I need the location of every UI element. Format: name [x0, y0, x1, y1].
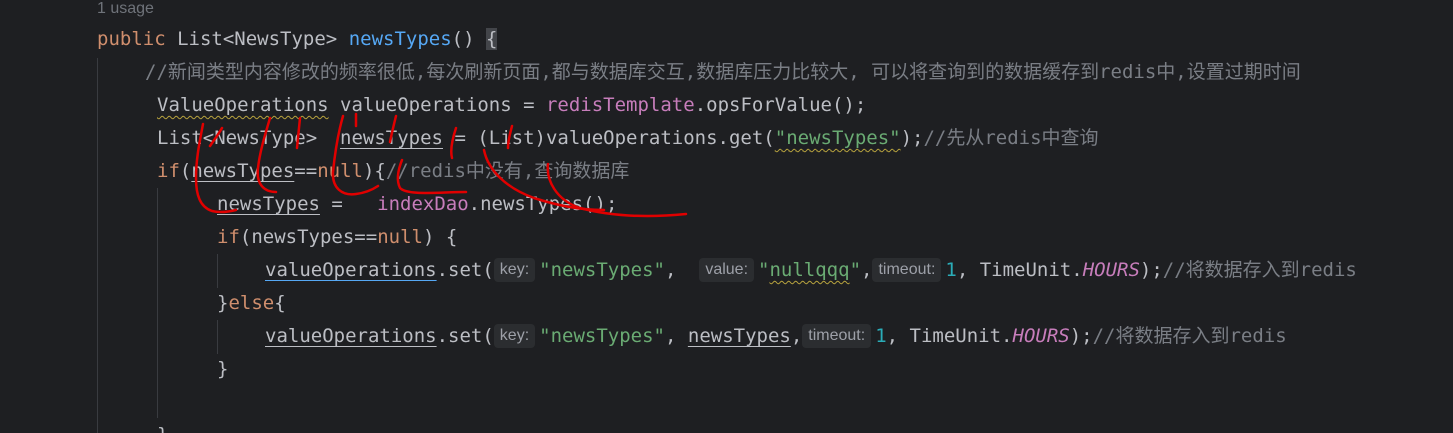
obj-valueoperations: valueOperations [265, 259, 437, 281]
comment-query-redis: //先从redis中查询 [923, 127, 1099, 149]
string-newstypes: "newsTypes" [539, 259, 665, 281]
var-newstypes: newsTypes [251, 226, 355, 248]
number-one: 1 [945, 259, 957, 281]
paren-close-brace: ) { [422, 226, 458, 248]
paren-close-brace: ){ [362, 160, 386, 182]
code-line-set-newstypes[interactable]: valueOperations.set(key: "newsTypes", new… [265, 320, 1287, 353]
code-line-else[interactable]: }else{ [217, 287, 286, 320]
var-newstypes: newsTypes [687, 325, 791, 347]
method-name: newsTypes [348, 28, 452, 50]
type-valueoperations: ValueOperations [157, 94, 329, 116]
code-line-method-signature[interactable]: public List<NewsType> newsTypes() { [97, 23, 498, 56]
comma: , [790, 325, 803, 347]
number-one: 1 [875, 325, 887, 347]
keyword-else: else [228, 292, 275, 314]
code-line-if-null-inner[interactable]: if(newsTypes==null) { [217, 221, 457, 254]
comma: , [886, 325, 910, 347]
assign-op: = [511, 94, 546, 116]
close-brace: } [217, 358, 229, 380]
comment-query-db: //redis中没有,查询数据库 [385, 160, 630, 182]
class-timeunit: TimeUnit. [979, 259, 1083, 281]
return-type: List<NewsType> [177, 28, 338, 50]
indent-guide [217, 320, 218, 354]
type-list: List<NewsType> [157, 127, 318, 149]
field-indexdao: indexDao [377, 193, 469, 215]
usage-hint[interactable]: 1 usage [97, 0, 154, 25]
string-nullqqq: nullqqq [769, 259, 850, 281]
code-editor[interactable]: 1 usage public List<NewsType> newsTypes(… [0, 0, 1453, 433]
code-line-set-null[interactable]: valueOperations.set(key: "newsTypes", val… [265, 254, 1357, 287]
indent-guide [157, 188, 158, 418]
class-timeunit: TimeUnit. [909, 325, 1013, 347]
var-newstypes: newsTypes [340, 127, 443, 149]
code-line-close-brace[interactable]: } [217, 353, 228, 386]
code-line-close-brace-outer[interactable]: } [157, 419, 168, 433]
call-opsforvalue: .opsForValue(); [694, 94, 867, 116]
keyword-if: if [157, 160, 180, 182]
method-parens: () [451, 28, 475, 50]
param-hint-key: key: [493, 324, 536, 348]
call-newstypes: .newsTypes(); [468, 193, 618, 215]
obj-valueoperations: valueOperations [545, 127, 718, 149]
string-quote-open: " [758, 259, 770, 281]
param-hint-key: key: [493, 258, 536, 282]
comma: , [664, 325, 688, 347]
indent-guide [97, 58, 98, 433]
stmt-end: ); [1069, 325, 1093, 347]
code-line-value-operations[interactable]: ValueOperations valueOperations = redisT… [157, 89, 866, 122]
stmt-end: ); [1139, 259, 1163, 281]
const-hours: HOURS [1012, 325, 1070, 347]
op-equals: == [354, 226, 378, 248]
const-hours: HOURS [1082, 259, 1140, 281]
code-line-comment-cache[interactable]: //新闻类型内容修改的频率很低,每次刷新页面,都与数据库交互,数据库压力比较大,… [145, 56, 1301, 89]
assign-op: = [319, 193, 378, 215]
keyword-null: null [377, 226, 423, 248]
code-line-get-newstypes[interactable]: List<NewsType> newsTypes = (List)valueOp… [157, 122, 1099, 155]
var-newstypes: newsTypes [191, 160, 295, 182]
var-valueoperations: valueOperations [340, 94, 512, 116]
paren-open: ( [239, 226, 252, 248]
comma: , [956, 259, 980, 281]
close-brace: } [217, 292, 229, 314]
call-set: .set( [436, 259, 494, 281]
comment-store-redis: //将数据存入到redis [1092, 325, 1287, 347]
obj-valueoperations: valueOperations [265, 325, 437, 347]
comma: , [664, 259, 688, 281]
call-get: .get( [717, 127, 775, 149]
code-line-assign-dao[interactable]: newsTypes = indexDao.newsTypes(); [217, 188, 617, 221]
paren-open: ( [179, 160, 192, 182]
stmt-end: ); [900, 127, 924, 149]
string-newstypes: "newsTypes" [774, 127, 901, 149]
string-quote-close: " [849, 259, 862, 281]
param-hint-value: value: [699, 258, 755, 282]
comment-store-redis: //将数据存入到redis [1162, 259, 1357, 281]
close-brace: } [157, 424, 168, 433]
comma: , [861, 259, 873, 281]
code-line-if-null[interactable]: if(newsTypes==null){//redis中没有,查询数据库 [157, 155, 629, 188]
call-set: .set( [436, 325, 494, 347]
open-brace: { [274, 292, 286, 314]
op-equals: == [294, 160, 318, 182]
param-hint-timeout: timeout: [872, 258, 942, 282]
field-redistemplate: redisTemplate [545, 94, 695, 116]
open-brace-highlight: { [486, 28, 498, 50]
cast-list: = (List) [443, 127, 546, 149]
string-newstypes: "newsTypes" [539, 325, 665, 347]
keyword-null: null [317, 160, 363, 182]
keyword-public: public [97, 28, 166, 50]
indent-guide [217, 254, 218, 288]
param-hint-timeout: timeout: [802, 324, 872, 348]
var-newstypes: newsTypes [217, 193, 320, 215]
keyword-if: if [217, 226, 240, 248]
